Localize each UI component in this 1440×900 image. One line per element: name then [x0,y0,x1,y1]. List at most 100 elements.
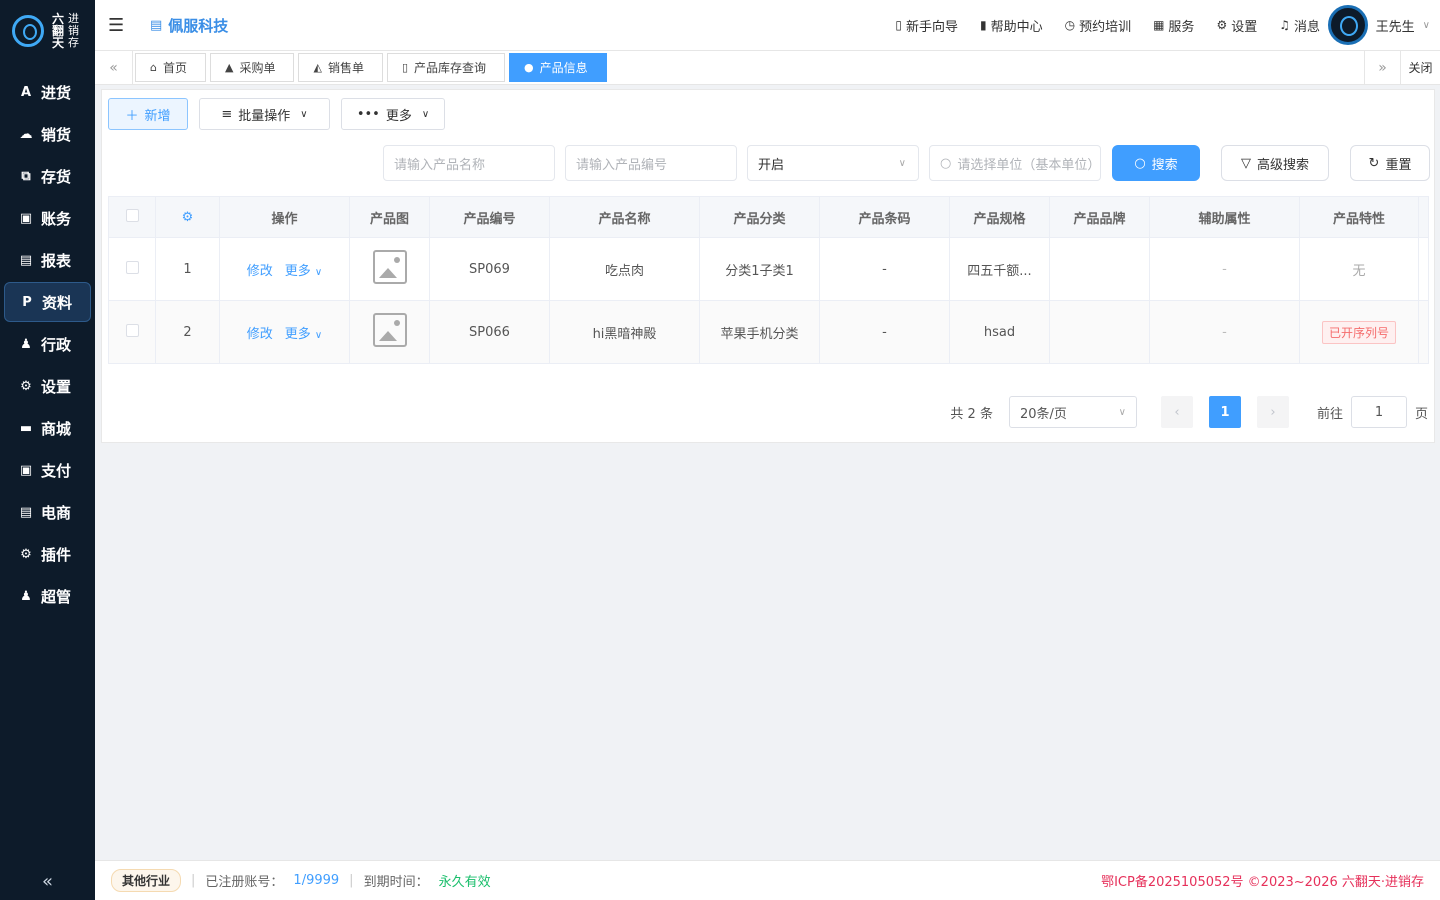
company-name[interactable]: ▤ 佩服科技 [150,15,228,36]
row-spec: 四五千额... [949,237,1050,301]
tabs-scroll-left-icon[interactable]: « [95,51,133,85]
tab-home[interactable]: ⌂ 首页 [135,53,206,82]
presentation-icon: ▤ [19,504,33,520]
sidebar-item-1[interactable]: ☁ 销货 [4,114,91,154]
search-button[interactable]: ○ 搜索 [1112,145,1200,181]
sidebar-item-9[interactable]: ▣ 支付 [4,450,91,490]
plus-icon: ＋ [125,108,139,124]
image-placeholder-icon[interactable] [372,313,407,347]
tab-inventory-query[interactable]: ▯ 产品库存查询 [386,53,506,82]
sidebar-item-label: 超管 [41,587,72,606]
tabs-scroll-right-icon[interactable]: » [1364,51,1400,85]
row-more-link[interactable]: 更多 ∨ [285,327,322,342]
service-link[interactable]: ▦ 服务 [1153,16,1194,35]
expire-value: 永久有效 [438,875,491,890]
row-aux: - [1149,237,1300,301]
image-placeholder-icon[interactable] [372,250,407,284]
grid-icon: ▦ [1153,18,1165,32]
settings-link[interactable]: ⚙ 设置 [1216,16,1257,35]
page-number-current[interactable]: 1 [1208,396,1241,428]
sidebar-item-7[interactable]: ⚙ 设置 [4,366,91,406]
help-link[interactable]: ▮ 帮助中心 [980,16,1043,35]
row-actions: 修改 更多 ∨ [219,300,350,364]
unit-select[interactable]: ○ 请选择单位（基本单位） [929,145,1101,181]
row-more-link[interactable]: 更多 ∨ [285,264,322,279]
sidebar-item-0[interactable]: A 进货 [4,72,91,112]
more-button[interactable]: ••• 更多 ∨ [341,98,445,130]
tab-sales-order[interactable]: ◭ 销售单 [298,53,383,82]
top-bar: ☰ ▤ 佩服科技 ▯ 新手向导 ▮ 帮助中心 ◷ 预约培训 ▦ 服务 ⚙ 设置 ♫ 消息 王… [95,0,1440,51]
chevron-down-icon: ∨ [1118,406,1126,418]
tab-label: 首页 [162,61,187,75]
edit-link[interactable]: 修改 [247,327,273,342]
sidebar-item-label: 设置 [41,377,72,396]
gear-icon: ⚙ [1216,18,1228,32]
close-tabs-button[interactable]: 关闭 [1400,51,1440,85]
reset-button[interactable]: ↻ 重置 [1350,145,1430,181]
messages-link[interactable]: ♫ 消息 [1279,16,1320,35]
sidebar-item-label: 资料 [42,293,73,312]
tabs-bar: « ⌂ 首页 ▲ 采购单 ◭ 销售单 ▯ 产品库存查询 ● 产品信息 » 关闭 [95,51,1440,85]
logo-icon [12,15,44,47]
header-brand: 产品品牌 [1049,196,1150,238]
bag-icon: ◭ [313,61,322,74]
sidebar-item-5[interactable]: P 资料 [4,282,91,322]
icp-link[interactable]: 鄂ICP备2025105052号 ©2023~2026 六翻天·进销存 [1101,871,1424,890]
product-code-input[interactable]: 请输入产品编号 [565,145,737,181]
gear-icon[interactable]: ⚙ [182,210,194,225]
next-page-button[interactable]: › [1256,396,1289,428]
sidebar-item-12[interactable]: ♟ 超管 [4,576,91,616]
sidebar-item-3[interactable]: ▣ 账务 [4,198,91,238]
row-checkbox[interactable] [125,260,139,274]
product-name-input[interactable]: 请输入产品名称 [383,145,555,181]
search-icon: ○ [1134,155,1146,171]
sidebar-item-label: 进货 [41,83,72,102]
status-value: 开启 [758,157,785,173]
sidebar-collapse-button[interactable]: « [0,871,95,892]
reset-label: 重置 [1385,157,1412,173]
sidebar-item-8[interactable]: ▬ 商城 [4,408,91,448]
status-select[interactable]: 开启 ∨ [747,145,919,181]
header-actions: 操作 [219,196,350,238]
training-link[interactable]: ◷ 预约培训 [1065,16,1132,35]
app-logo[interactable]: 六进 翻销 天存 [0,0,95,62]
chevron-down-icon: ∨ [314,266,323,278]
user-menu[interactable]: 王先生 ∨ [1327,5,1430,45]
menu-toggle-icon[interactable]: ☰ [108,15,128,36]
select-all-checkbox[interactable] [125,208,139,222]
edit-link[interactable]: 修改 [247,264,273,279]
prev-page-button[interactable]: ‹ [1160,396,1193,428]
sidebar-item-2[interactable]: ⧉ 存货 [4,156,91,196]
avatar [1327,5,1368,45]
book-icon: ▮ [979,18,987,32]
sidebar-item-10[interactable]: ▤ 电商 [4,492,91,532]
tab-purchase-order[interactable]: ▲ 采购单 [210,53,295,82]
inbox-icon: A [20,84,32,100]
chevron-down-icon: ∨ [421,108,430,120]
tab-product-info[interactable]: ● 产品信息 [509,53,607,82]
ledger-icon: ▣ [19,210,33,226]
messages-label: 消息 [1293,19,1320,35]
add-button[interactable]: ＋ 新增 [108,98,188,130]
tab-label: 产品库存查询 [414,61,487,75]
page-jump-input[interactable]: 1 [1350,396,1407,428]
ellipsis-icon: ••• [356,106,380,122]
product-table: ⚙ 操作 产品图 产品编号 产品名称 产品分类 产品条码 产品规格 产品品牌 辅… [108,196,1429,364]
row-more-label: 更多 [284,263,311,279]
sidebar-item-6[interactable]: ♟ 行政 [4,324,91,364]
row-checkbox[interactable] [125,323,139,337]
batch-operation-button[interactable]: ≡ 批量操作 ∨ [199,98,330,130]
more-label: 更多 [385,108,412,124]
row-extra [1418,300,1429,364]
sidebar-item-11[interactable]: ⚙ 插件 [4,534,91,574]
row-more-label: 更多 [284,326,311,342]
row-image-cell [349,237,430,301]
page-size-select[interactable]: 20条/页 ∨ [1008,396,1137,428]
row-actions: 修改 更多 ∨ [219,237,350,301]
sidebar-item-4[interactable]: ▤ 报表 [4,240,91,280]
advanced-search-button[interactable]: ▽ 高级搜索 [1221,145,1329,181]
guide-link[interactable]: ▯ 新手向导 [895,16,958,35]
admin-icon: ♟ [20,588,32,604]
tab-label: 销售单 [327,61,364,75]
sidebar-item-label: 行政 [41,335,72,354]
